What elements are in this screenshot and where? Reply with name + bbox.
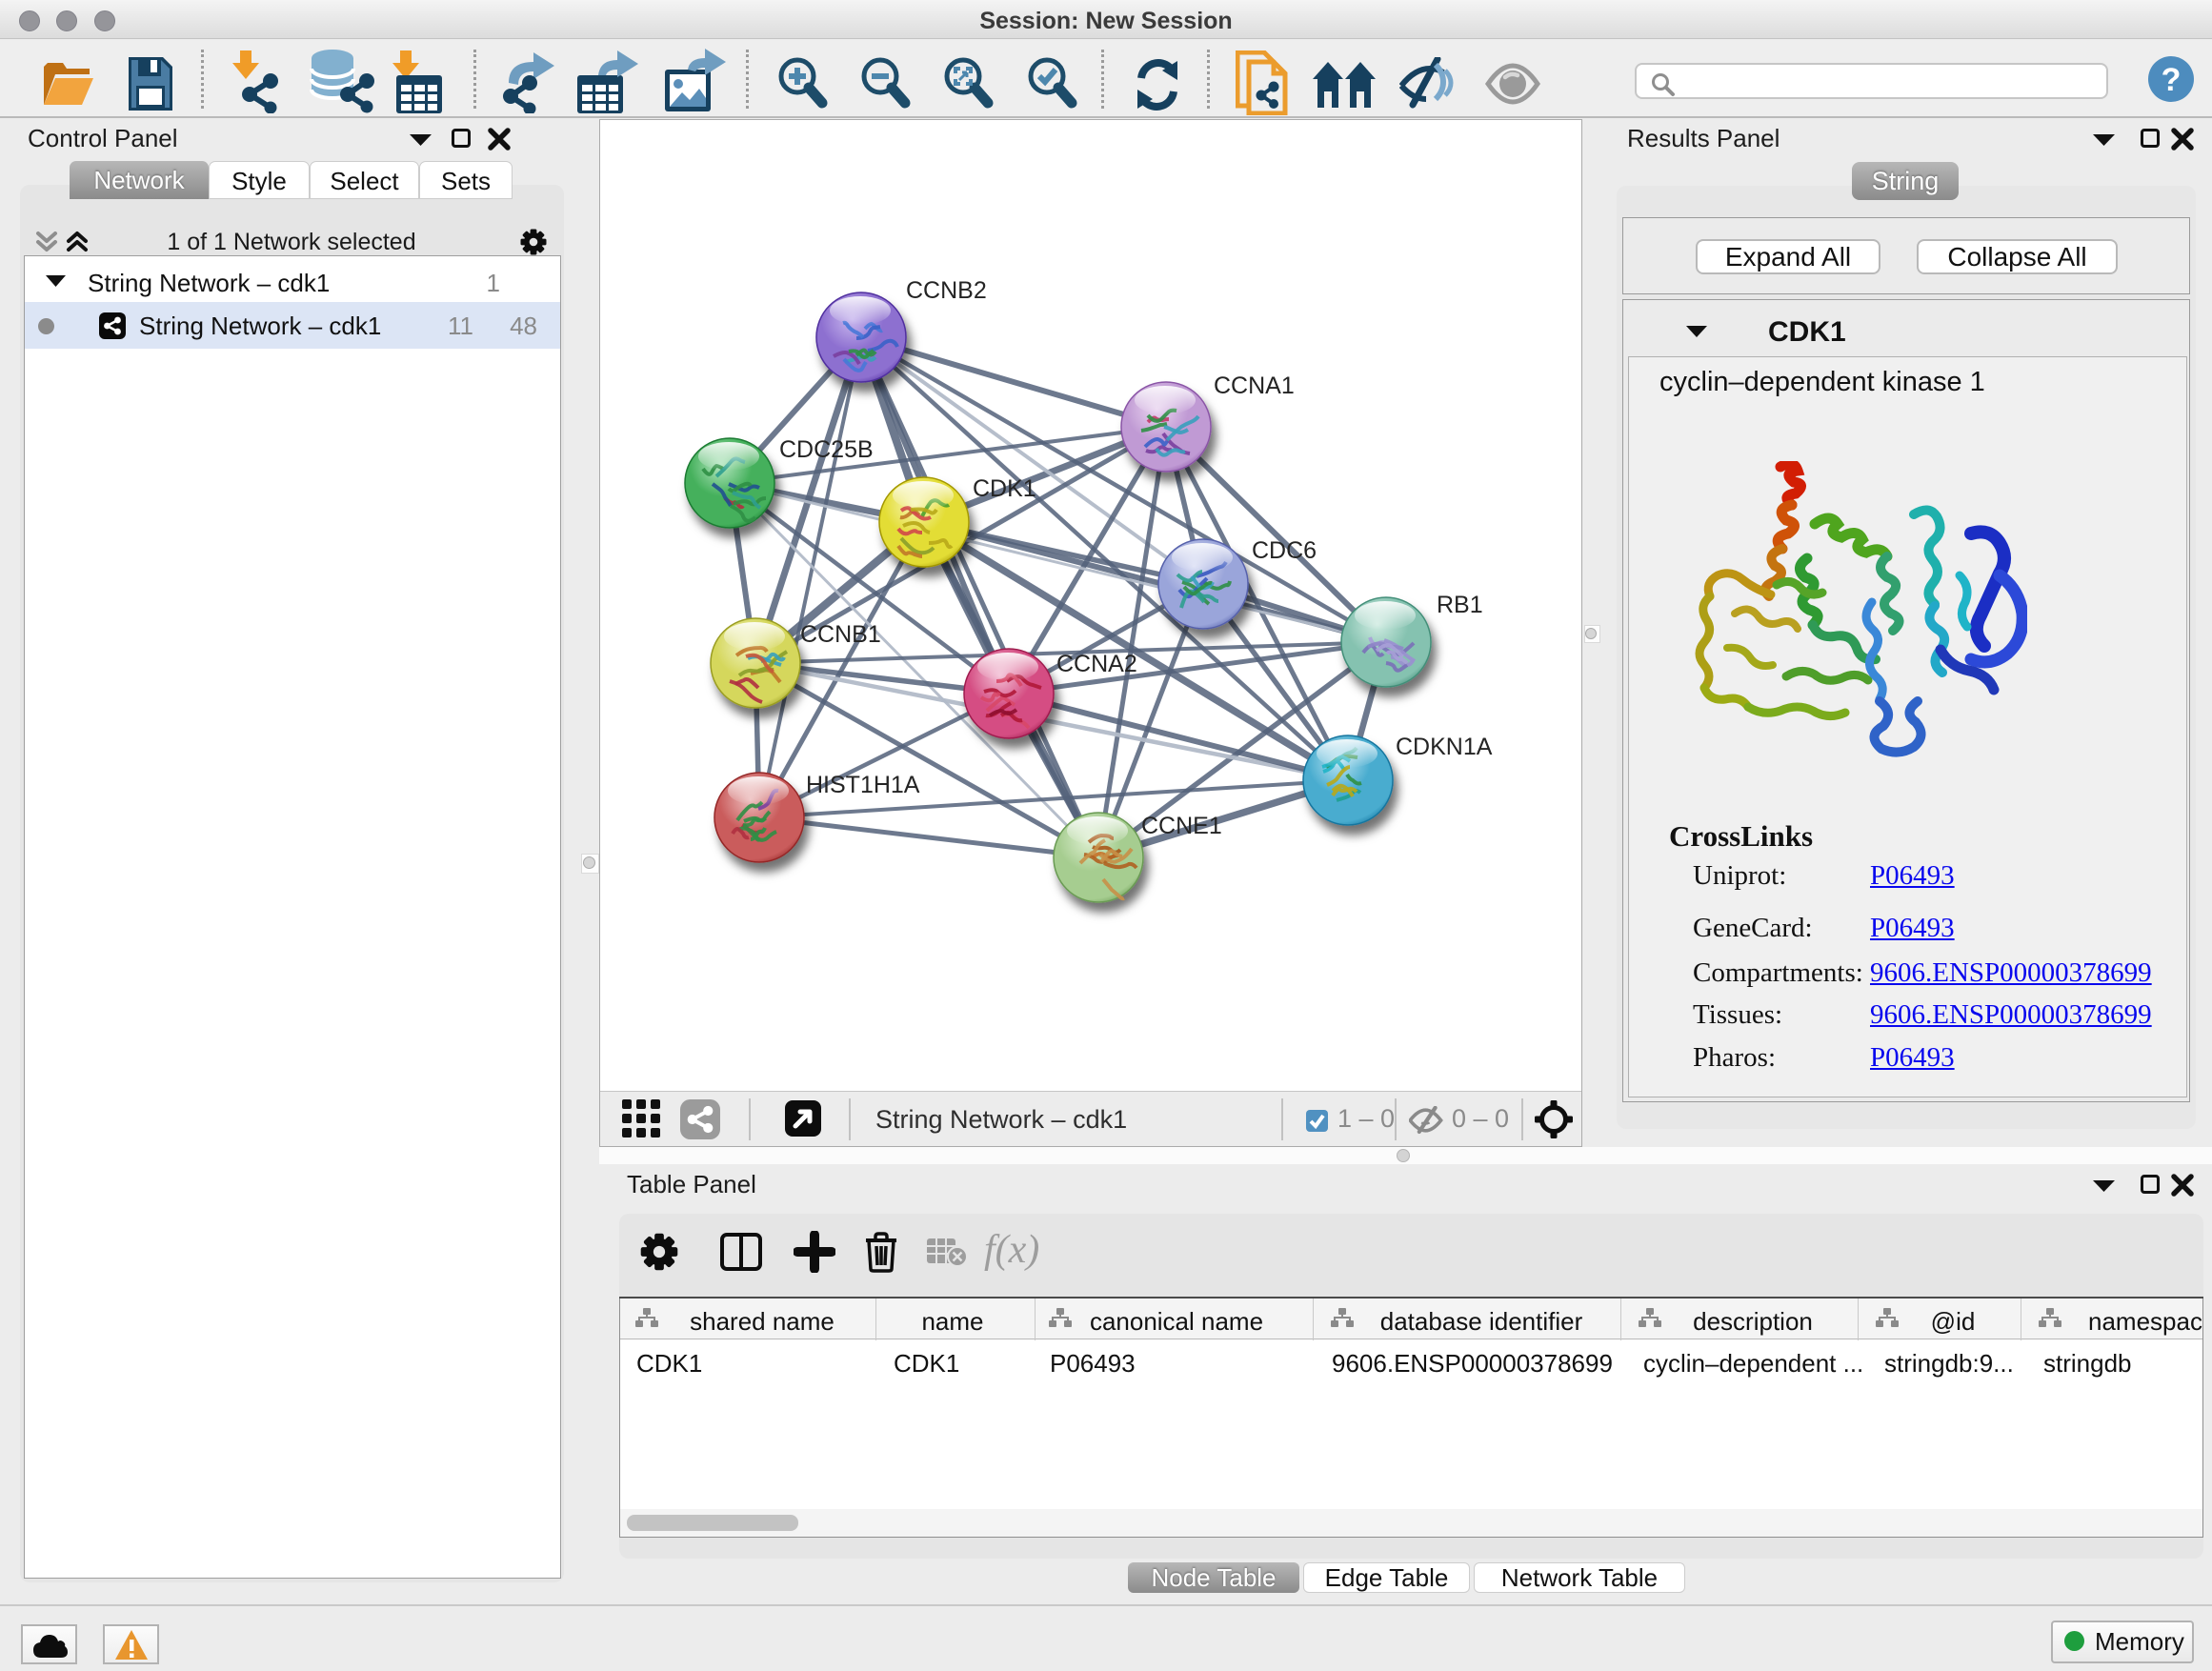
- svg-text:RB1: RB1: [1437, 592, 1483, 618]
- svg-text:CDKN1A: CDKN1A: [1396, 734, 1493, 760]
- svg-text:CCNA1: CCNA1: [1214, 372, 1295, 399]
- svg-text:CCNE1: CCNE1: [1141, 813, 1222, 839]
- svg-text:?: ?: [2162, 62, 2182, 98]
- svg-text:CDK1: CDK1: [973, 475, 1036, 502]
- svg-text:CCNA2: CCNA2: [1056, 651, 1137, 677]
- svg-text:CCNB1: CCNB1: [800, 621, 881, 648]
- svg-text:CDC25B: CDC25B: [779, 436, 874, 463]
- svg-text:CDC6: CDC6: [1252, 537, 1317, 564]
- svg-text:HIST1H1A: HIST1H1A: [806, 772, 920, 798]
- svg-text:CCNB2: CCNB2: [906, 277, 987, 304]
